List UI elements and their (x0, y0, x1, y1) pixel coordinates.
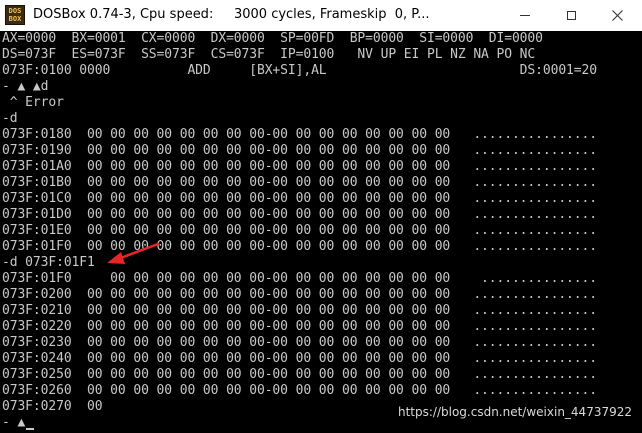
dos-console[interactable]: AX=0000 BX=0001 CX=0000 DX=0000 SP=00FD … (0, 31, 642, 433)
window-title: DOSBox 0.74-3, Cpu speed: 3000 cycles, F… (33, 7, 430, 22)
dosbox-app-icon[interactable]: DOS BOX (5, 5, 25, 25)
maximize-icon (566, 11, 576, 20)
watermark-text: https://blog.csdn.net/weixin_44737922 (397, 405, 632, 419)
red-arrow-icon (107, 242, 160, 264)
minimize-button[interactable] (502, 0, 548, 31)
dosbox-window: DOS BOX DOSBox 0.74-3, Cpu speed: 3000 c… (0, 0, 642, 433)
title-bar[interactable]: DOS BOX DOSBox 0.74-3, Cpu speed: 3000 c… (0, 0, 642, 32)
close-button[interactable] (594, 0, 640, 31)
app-icon-text-bottom: BOX (8, 15, 22, 23)
close-icon (611, 10, 623, 21)
minimize-icon (520, 15, 530, 16)
maximize-button[interactable] (548, 0, 594, 31)
app-icon-text-top: DOS (8, 7, 22, 15)
